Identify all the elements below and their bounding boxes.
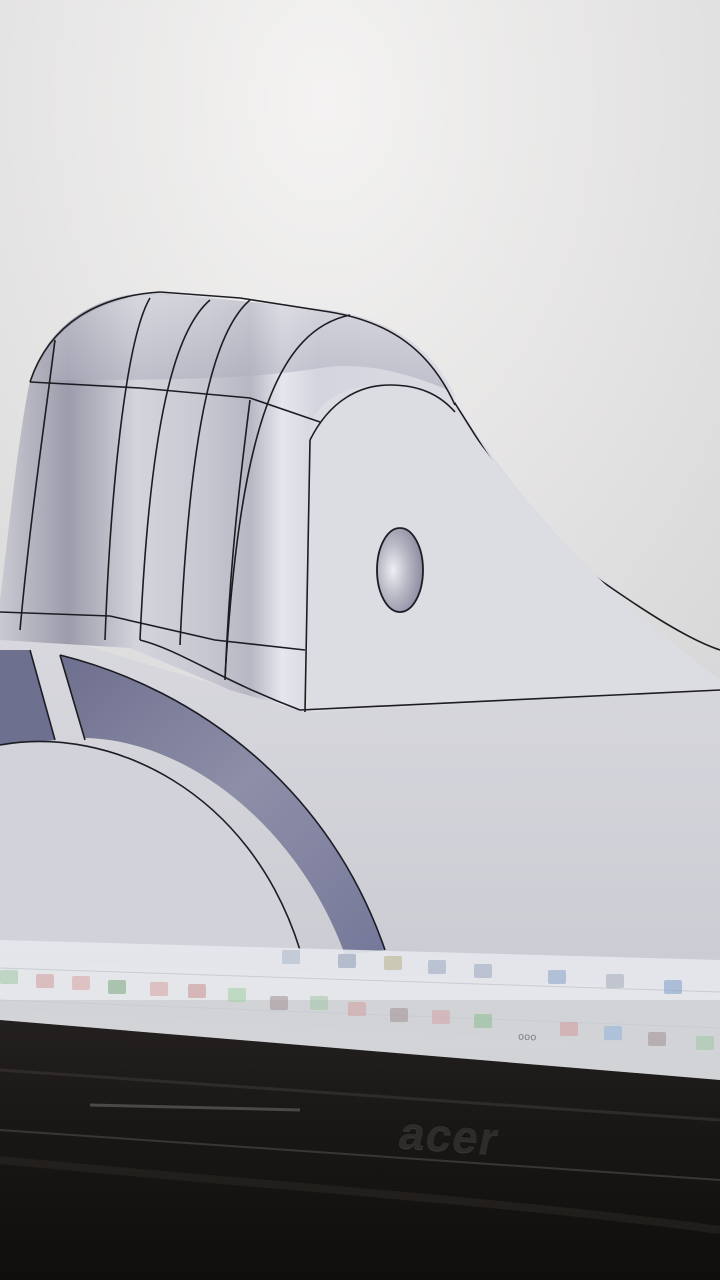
viewports-icon[interactable] <box>664 980 682 994</box>
back-arrow-icon[interactable] <box>270 996 288 1010</box>
revolve-icon[interactable] <box>72 976 90 990</box>
photo: ooo acer <box>0 0 720 1280</box>
orbit-icon[interactable] <box>338 954 356 968</box>
pan-icon[interactable] <box>384 956 402 970</box>
cad-toolbar <box>0 940 720 1080</box>
sketch-icon[interactable] <box>0 970 18 984</box>
chamfer-icon[interactable] <box>228 988 246 1002</box>
mirror-icon[interactable] <box>390 1008 408 1022</box>
view-cube-icon[interactable] <box>282 950 300 964</box>
undo-arrow-icon[interactable] <box>648 1032 666 1046</box>
sweep-icon[interactable] <box>108 980 126 994</box>
toolbar-small-label: ooo <box>517 1031 537 1044</box>
zoom-icon[interactable] <box>428 960 446 974</box>
loft-icon[interactable] <box>150 982 168 996</box>
move-icon[interactable] <box>604 1026 622 1040</box>
cad-viewport <box>0 0 720 1280</box>
pattern-icon[interactable] <box>348 1002 366 1016</box>
laptop-brand-logo: acer <box>394 1105 504 1165</box>
fillet-icon[interactable] <box>188 984 206 998</box>
hole-icon[interactable] <box>432 1010 450 1024</box>
split-icon[interactable] <box>560 1022 578 1036</box>
shell-icon[interactable] <box>310 996 328 1010</box>
zoom-window-icon[interactable] <box>474 964 492 978</box>
extrude-icon[interactable] <box>36 974 54 988</box>
measure-icon[interactable] <box>696 1036 714 1050</box>
display-mode-icon[interactable] <box>548 970 566 984</box>
grid-icon[interactable] <box>606 974 624 988</box>
combine-icon[interactable] <box>474 1014 492 1028</box>
